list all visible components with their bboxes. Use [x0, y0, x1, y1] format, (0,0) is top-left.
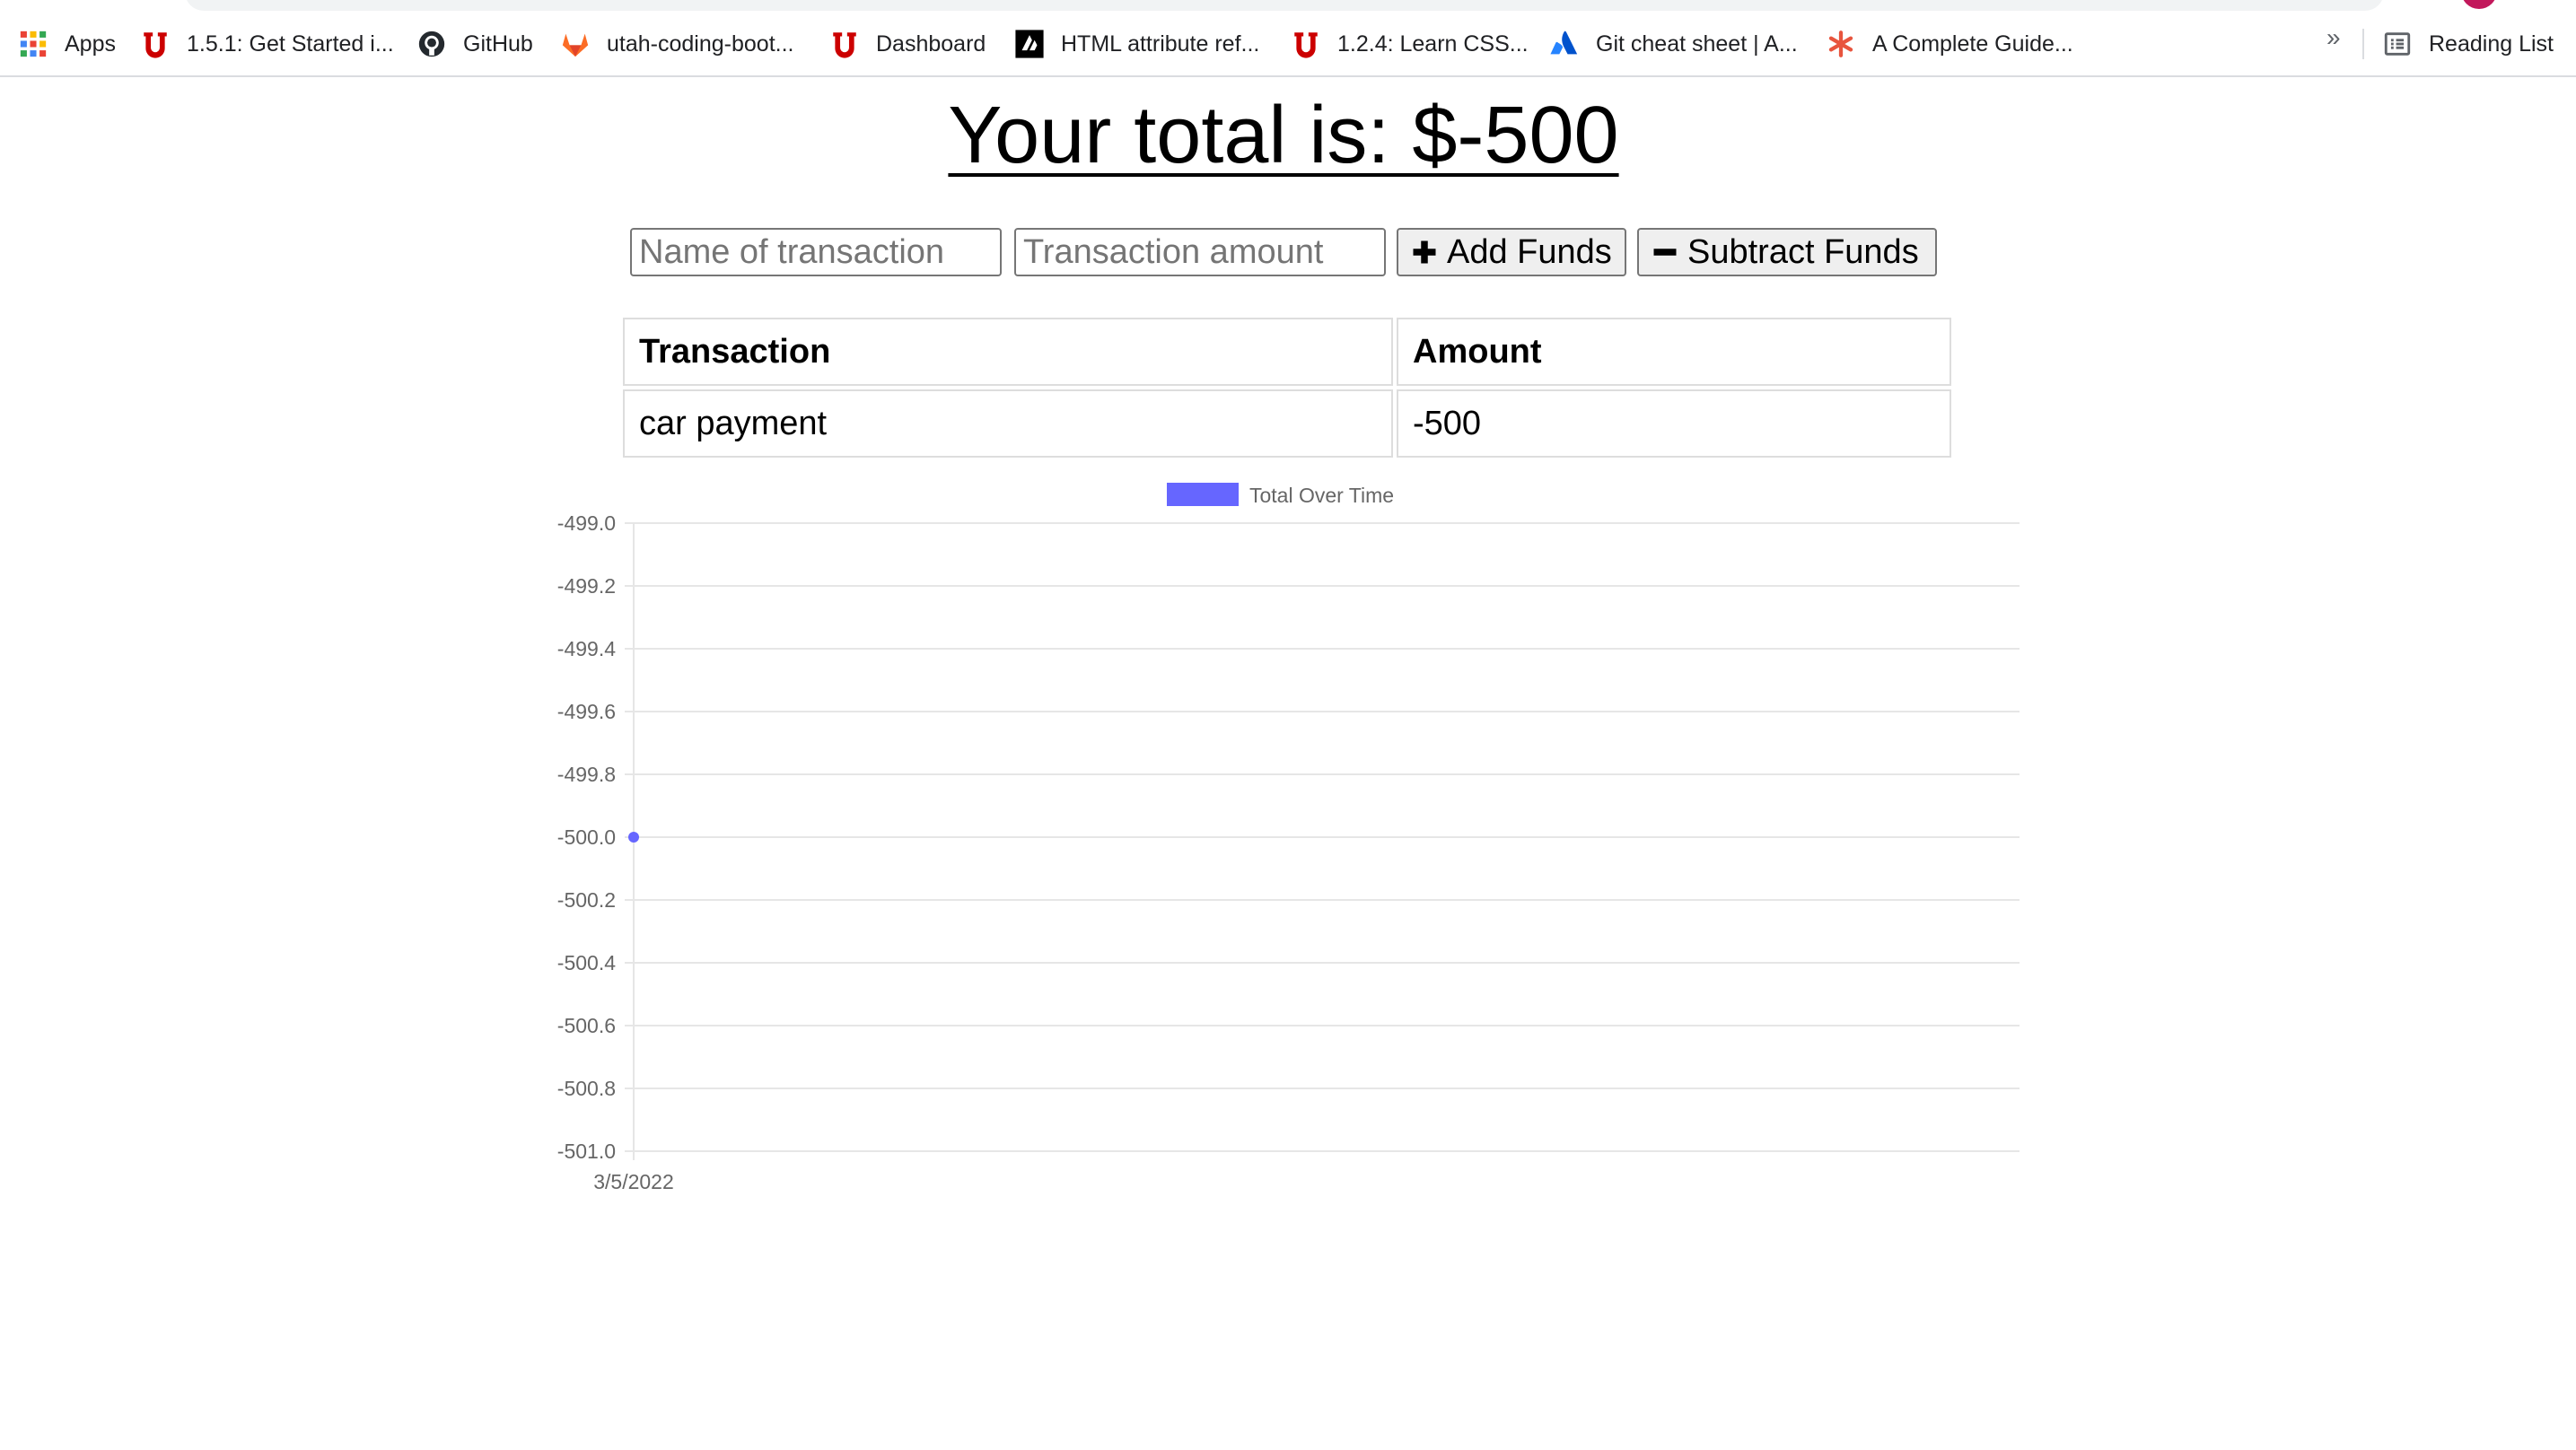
transactions-table: Transaction Amount car payment -500: [619, 314, 1955, 461]
asterisk-icon: [1826, 29, 1856, 59]
y-tick-label: -501.0: [557, 1140, 616, 1163]
bookmark-dashboard[interactable]: Dashboard: [829, 25, 986, 63]
transaction-name-cell: car payment: [623, 389, 1393, 458]
bookmark-label: GitHub: [463, 31, 533, 57]
bookmark-label: utah-coding-boot...: [607, 31, 794, 57]
more-bookmarks-button[interactable]: »: [2326, 23, 2341, 52]
gitlab-icon: [560, 29, 591, 59]
y-tick-label: -499.6: [557, 700, 616, 723]
data-point[interactable]: [628, 832, 639, 843]
add-funds-label: Add Funds: [1447, 232, 1612, 271]
chart-legend[interactable]: Total Over Time: [1167, 483, 1394, 507]
x-axis-ticks: 3/5/2022: [593, 1170, 674, 1193]
bookmark-apps[interactable]: Apps: [18, 25, 116, 63]
utah-u-icon: [140, 29, 171, 59]
x-tick-label: 3/5/2022: [593, 1170, 674, 1193]
reading-list-button[interactable]: Reading List: [2382, 25, 2554, 63]
bookmark-git-cheat-sheet[interactable]: Git cheat sheet | A...: [1549, 25, 1798, 63]
utah-u-icon: [1291, 29, 1321, 59]
bookmark-get-started[interactable]: 1.5.1: Get Started i...: [140, 25, 394, 63]
bookmark-label: Apps: [65, 31, 116, 57]
table-row: car payment -500: [623, 389, 1951, 458]
column-header-transaction: Transaction: [623, 318, 1393, 386]
legend-swatch: [1167, 483, 1239, 506]
mdn-icon: [1014, 29, 1045, 59]
reading-list-icon: [2382, 29, 2413, 59]
apps-grid-icon: [18, 29, 48, 59]
series-points: [628, 832, 639, 843]
chart-grid: [625, 522, 2020, 1160]
y-tick-label: -499.4: [557, 637, 616, 660]
subtract-funds-button[interactable]: Subtract Funds: [1637, 228, 1937, 276]
transaction-amount-cell: -500: [1397, 389, 1951, 458]
y-tick-label: -500.2: [557, 888, 616, 912]
subtract-funds-label: Subtract Funds: [1687, 232, 1919, 271]
minus-icon: [1652, 239, 1678, 266]
bookmark-github[interactable]: GitHub: [416, 25, 533, 63]
y-tick-label: -500.6: [557, 1014, 616, 1037]
y-tick-label: -499.2: [557, 574, 616, 598]
bookmark-complete-guide[interactable]: A Complete Guide...: [1826, 25, 2073, 63]
total-heading: Your total is: $-500: [948, 91, 1619, 180]
bookmark-label: 1.2.4: Learn CSS...: [1337, 31, 1529, 57]
y-tick-label: -500.8: [557, 1077, 616, 1100]
bookmark-html-attribute[interactable]: HTML attribute ref...: [1014, 25, 1259, 63]
bookmarks-divider: [2362, 29, 2364, 59]
utah-u-icon: [829, 29, 860, 59]
add-funds-button[interactable]: Add Funds: [1397, 228, 1626, 276]
table-header-row: Transaction Amount: [623, 318, 1951, 386]
y-tick-label: -499.0: [557, 511, 616, 535]
bookmark-label: A Complete Guide...: [1872, 31, 2073, 57]
bookmark-gitlab[interactable]: utah-coding-boot...: [560, 25, 793, 63]
bookmark-label: 1.5.1: Get Started i...: [187, 31, 394, 57]
bookmark-label: HTML attribute ref...: [1061, 31, 1260, 57]
reading-list-label: Reading List: [2429, 31, 2554, 57]
plus-icon: [1411, 239, 1438, 266]
y-axis-ticks: -499.0 -499.2 -499.4 -499.6 -499.8 -500.0 -500…: [557, 511, 616, 1163]
total-over-time-chart: -499.0 -499.2 -499.4 -499.6 -499.8 -500.0 -500…: [557, 483, 2020, 1193]
y-tick-label: -500.0: [557, 825, 616, 849]
transaction-name-input[interactable]: [630, 228, 1002, 276]
bookmark-label: Git cheat sheet | A...: [1596, 31, 1798, 57]
bookmark-learn-css[interactable]: 1.2.4: Learn CSS...: [1291, 25, 1529, 63]
y-tick-label: -499.8: [557, 763, 616, 786]
bookmark-label: Dashboard: [876, 31, 986, 57]
github-icon: [416, 29, 447, 59]
atlassian-icon: [1549, 29, 1580, 59]
column-header-amount: Amount: [1397, 318, 1951, 386]
y-tick-label: -500.4: [557, 951, 616, 974]
bookmarks-bar: Apps 1.5.1: Get Started i... GitHub utah…: [0, 0, 2576, 77]
profile-avatar[interactable]: [2461, 0, 2497, 9]
legend-label: Total Over Time: [1249, 484, 1394, 507]
address-bar-edge[interactable]: [185, 0, 2384, 11]
transaction-amount-input[interactable]: [1014, 228, 1386, 276]
